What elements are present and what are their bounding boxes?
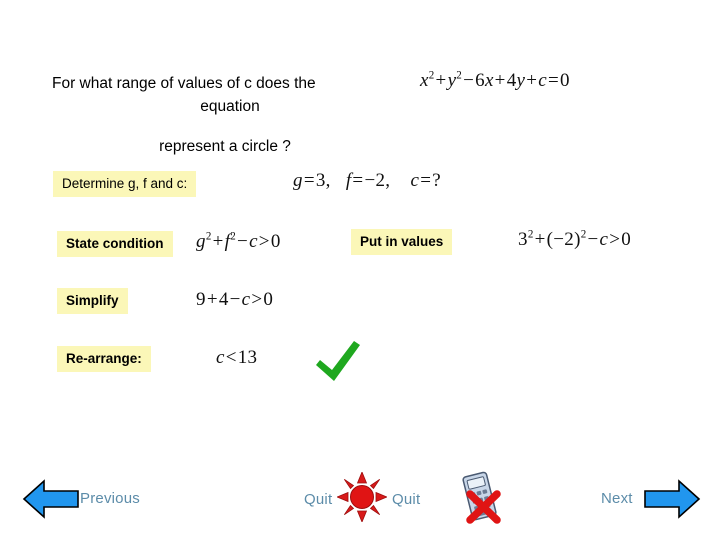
question-line-3: represent a circle ?	[159, 138, 291, 155]
step-label-rearrange: Re-arrange:	[57, 346, 151, 372]
step-equation-put-in-values: 32+(−2)2−c>0	[518, 228, 632, 250]
step-equation-simplify: 9+4−c>0	[196, 289, 274, 310]
step-label-determine: Determine g, f and c:	[53, 171, 197, 197]
step-equation-determine: g=3, f=−2, c=?	[293, 170, 441, 191]
previous-arrow-icon[interactable]	[22, 478, 80, 525]
main-equation: x2+y2−6x+4y+c=0	[420, 69, 570, 91]
quit-button-left[interactable]: Quit	[304, 491, 332, 508]
question-line-1: For what range of values of c does the	[52, 75, 316, 92]
step-equation-state-condition: g2+f2−c>0	[196, 230, 281, 252]
step-equation-rearrange: c<13	[216, 347, 258, 368]
step-label-put-in-values: Put in values	[351, 229, 453, 255]
next-button[interactable]: Next	[601, 490, 633, 507]
step-label-state-condition: State condition	[57, 231, 173, 257]
question-line-2: equation	[200, 98, 260, 115]
sun-burst-icon[interactable]	[335, 470, 389, 527]
question-text: For what range of values of c does the e…	[52, 72, 408, 118]
step-label-simplify: Simplify	[57, 288, 128, 314]
next-arrow-icon[interactable]	[643, 478, 701, 525]
green-check-icon	[312, 339, 364, 390]
quit-button-right[interactable]: Quit	[392, 491, 420, 508]
slide-canvas: For what range of values of c does the e…	[0, 0, 720, 540]
previous-button[interactable]: Previous	[80, 490, 140, 507]
calculator-crossed-out-icon[interactable]	[452, 470, 508, 531]
